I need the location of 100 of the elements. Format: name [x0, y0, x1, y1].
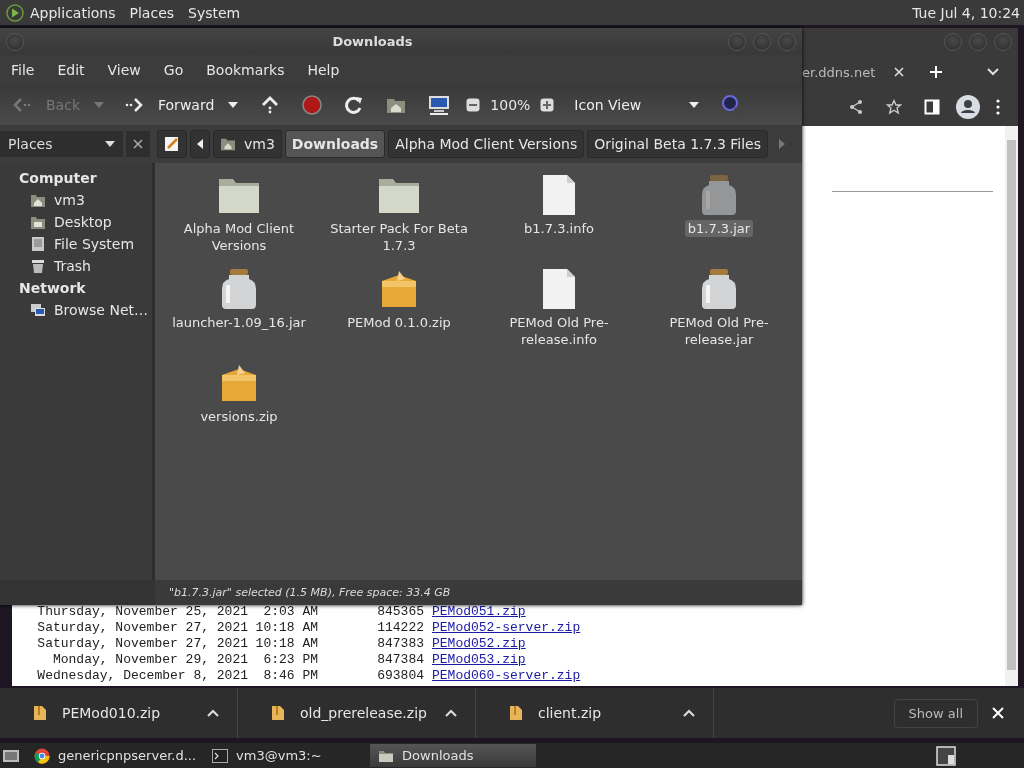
- show-all-button[interactable]: Show all: [893, 698, 978, 728]
- taskbar-item[interactable]: genericpnpserver.d...: [26, 744, 205, 767]
- file-name[interactable]: PEMod 0.1.0.zip: [344, 314, 454, 331]
- close-icon[interactable]: [893, 66, 906, 78]
- scrollbar[interactable]: [1005, 126, 1018, 686]
- caret-icon[interactable]: [445, 709, 457, 717]
- sidebar-item[interactable]: Trash: [54, 258, 91, 274]
- more-icon[interactable]: [996, 99, 1000, 115]
- logo-icon[interactable]: [6, 3, 24, 22]
- file-time: 8:46 PM: [262, 668, 318, 684]
- file-name[interactable]: Starter Pack For Beta 1.7.3: [321, 220, 477, 254]
- file-name[interactable]: PEMod Old Pre-release.jar: [641, 314, 797, 348]
- file-link[interactable]: PEMod052-server.zip: [432, 620, 581, 636]
- caret-icon: [689, 102, 700, 108]
- breadcrumb[interactable]: Alpha Mod Client Versions: [388, 130, 585, 158]
- download-name[interactable]: old_prerelease.zip: [300, 705, 427, 721]
- menu-item[interactable]: View: [107, 62, 141, 78]
- chevron-icon[interactable]: [986, 67, 1000, 77]
- file-name[interactable]: b1.7.3.info: [521, 220, 597, 237]
- stop-icon[interactable]: [302, 95, 323, 115]
- trash-icon[interactable]: [30, 258, 46, 274]
- status-text: "b1.7.3.jar" selected (1.5 MB), Free space: 33.4 GB: [169, 586, 451, 599]
- side-panel-icon[interactable]: [924, 99, 940, 115]
- caret-icon[interactable]: [207, 709, 219, 717]
- file-time: 10:18 AM: [254, 636, 318, 652]
- sidebar-item[interactable]: Browse Net…: [54, 302, 148, 318]
- zoom-level: 100%: [490, 97, 531, 113]
- desktop-icon[interactable]: [30, 214, 46, 230]
- file-name[interactable]: Alpha Mod Client Versions: [161, 220, 317, 254]
- profile-icon[interactable]: [956, 95, 980, 119]
- drive-icon[interactable]: [30, 236, 46, 252]
- zoom-out-icon[interactable]: [466, 98, 481, 112]
- breadcrumb[interactable]: Downloads: [284, 130, 386, 158]
- home-folder-icon[interactable]: [386, 96, 407, 114]
- show-desktop-icon[interactable]: [2, 747, 20, 764]
- caret-icon[interactable]: [228, 102, 239, 108]
- zoom-in-icon[interactable]: [540, 98, 555, 112]
- file-link[interactable]: PEMod051.zip: [432, 604, 526, 620]
- file-name[interactable]: PEMod Old Pre-release.info: [481, 314, 637, 348]
- network-icon[interactable]: [30, 302, 46, 318]
- download-name[interactable]: client.zip: [538, 705, 602, 721]
- home-folder-icon: [220, 137, 236, 151]
- share-icon[interactable]: [848, 99, 864, 115]
- menu-item[interactable]: Edit: [57, 62, 85, 78]
- caret-icon[interactable]: [683, 709, 695, 717]
- terminal-icon: [212, 747, 229, 764]
- file-name[interactable]: launcher-1.09_16.jar: [169, 314, 309, 331]
- computer-icon[interactable]: [428, 95, 451, 115]
- sidebar-item[interactable]: vm3: [54, 192, 85, 208]
- file-size: 845365: [376, 604, 424, 620]
- window-title: Downloads: [331, 34, 414, 49]
- download-name[interactable]: PEMod010.zip: [62, 705, 161, 721]
- panel-menu[interactable]: System: [188, 4, 241, 21]
- file-time: 10:18 AM: [254, 620, 318, 636]
- file-size: 693804: [376, 668, 424, 684]
- file-date: Monday, November 29, 2021: [51, 652, 248, 668]
- home-icon[interactable]: [30, 192, 46, 208]
- new-tab-icon[interactable]: [929, 65, 944, 79]
- file-link[interactable]: PEMod053.zip: [432, 652, 526, 668]
- sidebar-item[interactable]: Desktop: [54, 214, 112, 230]
- file-link[interactable]: PEMod052.zip: [432, 636, 526, 652]
- file-icon: [510, 706, 522, 720]
- file-link[interactable]: PEMod060-server.zip: [432, 668, 581, 684]
- menu-item[interactable]: File: [11, 62, 35, 78]
- file-name[interactable]: versions.zip: [197, 408, 281, 425]
- forward-button[interactable]: Forward: [120, 97, 219, 113]
- view-dropdown[interactable]: Icon View: [568, 96, 706, 114]
- left-arrow-icon: [197, 139, 203, 149]
- sidebar-item[interactable]: File System: [54, 236, 135, 252]
- workspace-icon[interactable]: [936, 745, 956, 766]
- scroll-left-button[interactable]: [190, 130, 210, 158]
- reload-icon[interactable]: [344, 95, 365, 115]
- breadcrumb[interactable]: Original Beta 1.7.3 Files: [587, 130, 768, 158]
- file-size: 847384: [376, 652, 424, 668]
- clock[interactable]: Tue Jul 4, 10:24: [912, 4, 1020, 21]
- file-name[interactable]: b1.7.3.jar: [684, 220, 754, 237]
- edit-location-button[interactable]: [157, 130, 187, 158]
- taskbar-item[interactable]: Downloads: [370, 744, 537, 767]
- menu-item[interactable]: Bookmarks: [206, 62, 285, 78]
- star-icon[interactable]: [886, 99, 902, 115]
- file-time: 6:23 PM: [262, 652, 318, 668]
- sidebar-heading: Network: [18, 279, 87, 298]
- sidebar-dropdown[interactable]: Places: [0, 131, 123, 157]
- file-icon: [34, 706, 46, 720]
- taskbar-item[interactable]: vm3@vm3:~: [204, 744, 371, 767]
- back-arrow-icon: [12, 97, 32, 113]
- edit-icon: [164, 136, 180, 152]
- menu-item[interactable]: Go: [163, 62, 184, 78]
- browser-icon: [34, 747, 50, 764]
- scroll-right-icon[interactable]: [778, 139, 785, 149]
- menu-item[interactable]: Help: [307, 62, 340, 78]
- close-sidebar-button[interactable]: [126, 131, 150, 157]
- file-date: Thursday, November 25, 2021: [37, 604, 248, 620]
- breadcrumb[interactable]: vm3: [213, 130, 282, 158]
- close-icon: [133, 139, 143, 149]
- file-size: 847383: [376, 636, 424, 652]
- panel-menu[interactable]: Applications: [30, 4, 116, 21]
- panel-menu[interactable]: Places: [129, 4, 175, 21]
- browser-tab[interactable]: er.ddns.net: [802, 64, 876, 80]
- file-date: Saturday, November 27, 2021: [37, 620, 248, 636]
